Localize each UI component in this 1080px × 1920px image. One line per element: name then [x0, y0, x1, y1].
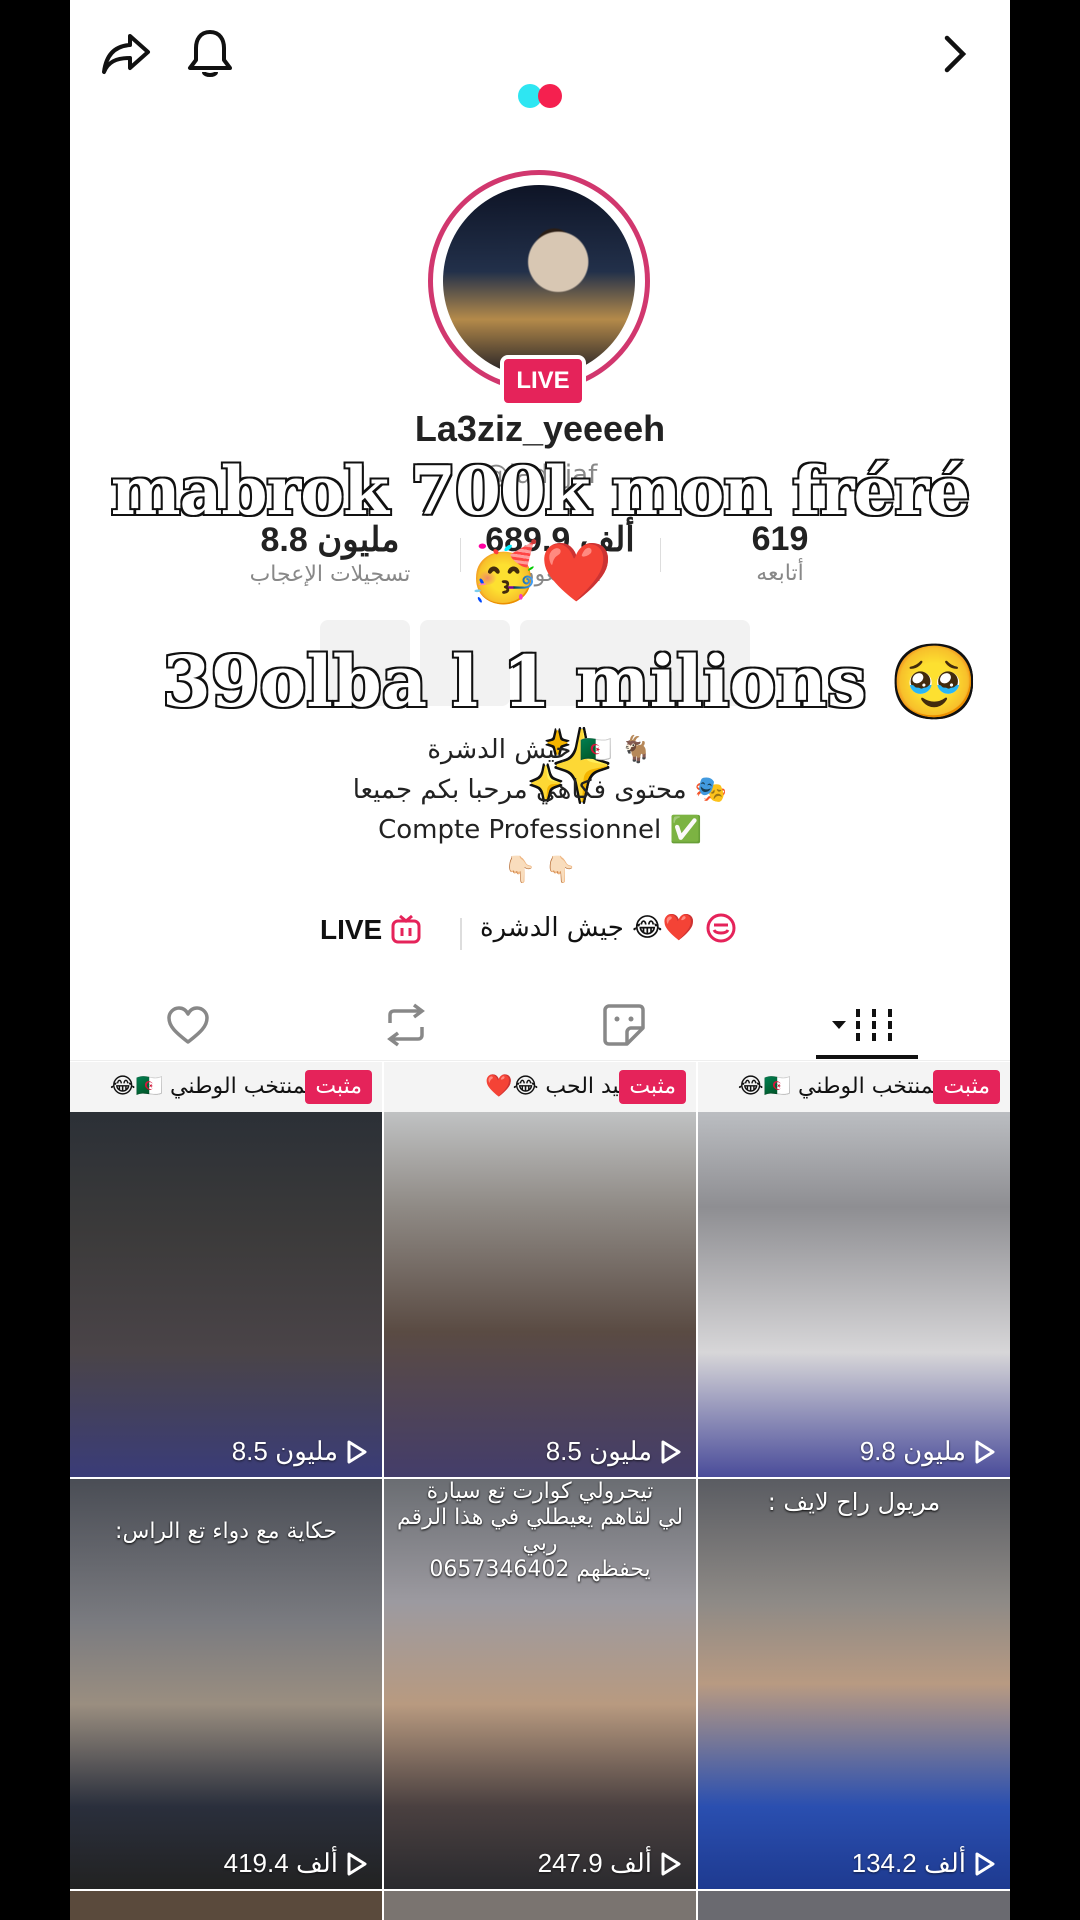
- sticker-icon: [602, 1004, 645, 1046]
- view-count-value: 247.9 ألف: [537, 1848, 652, 1878]
- tab-videos[interactable]: [750, 990, 980, 1060]
- loading-indicator: [518, 84, 562, 108]
- view-count-value: 134.2 ألف: [851, 1848, 966, 1878]
- view-count-value: 8.5 مليون: [545, 1436, 652, 1466]
- tab-liked[interactable]: [70, 990, 305, 1060]
- overlay-emojis: 🥳❤️: [467, 538, 613, 606]
- repost-icon: [386, 1003, 425, 1047]
- live-link-label: LIVE: [320, 914, 383, 945]
- tab-favorites[interactable]: [506, 990, 741, 1060]
- play-icon: [347, 1852, 367, 1875]
- video-thumbnail[interactable]: حكاية مع دواء تع الراس: 419.4 ألف: [70, 1479, 382, 1889]
- username: La3ziz_yeeeeh: [414, 408, 666, 449]
- play-icon: [661, 1440, 681, 1463]
- pinned-badge: مثبت: [933, 1070, 1000, 1104]
- view-count-value: 9.8 مليون: [859, 1436, 966, 1466]
- play-icon: [661, 1852, 681, 1875]
- chat-group-icon: [706, 913, 736, 943]
- profile-links: LIVE جيش الدشرة 😂❤️: [70, 910, 1010, 960]
- video-caption: مريول راح لايف :: [767, 1488, 941, 1516]
- video-thumbnail[interactable]: [70, 1891, 382, 1920]
- tab-reposts[interactable]: [288, 990, 523, 1060]
- live-link[interactable]: LIVE: [320, 914, 422, 946]
- video-thumbnail[interactable]: تيحرولي كوارت تع سيارة لي لقاهم يعيطلي ف…: [384, 1479, 696, 1889]
- bio-line: محتوى فكاهي مرحبا بكم جميعا 🎭: [352, 775, 728, 805]
- video-thumbnail[interactable]: [698, 1891, 1010, 1920]
- share-icon[interactable]: [98, 26, 154, 82]
- divider: [460, 918, 462, 950]
- bell-icon[interactable]: [182, 26, 238, 82]
- video-caption: حكاية مع دواء تع الراس:: [115, 1519, 337, 1544]
- group-link[interactable]: جيش الدشرة 😂❤️: [480, 912, 737, 944]
- live-badge[interactable]: LIVE: [500, 355, 586, 407]
- overlay-text-line1: mabrok 700k mon fréré: [109, 451, 971, 532]
- tv-icon: [391, 914, 421, 944]
- play-icon: [347, 1440, 367, 1463]
- bio: جيش الدشرة 🇩🇿 🐐 محتوى فكاهي مرحبا بكم جم…: [70, 730, 1010, 890]
- video-caption: تيحرولي كوارت تع سيارة لي لقاهم يعيطلي ف…: [396, 1479, 684, 1582]
- view-count-value: 419.4 ألف: [223, 1848, 338, 1878]
- bio-line: جيش الدشرة 🇩🇿 🐐: [427, 735, 653, 765]
- view-count: 9.8 مليون: [860, 1436, 996, 1467]
- video-thumbnail[interactable]: أغنية المنتخب الوطني 🇩🇿😂 مثبت 8.5 مليون: [70, 1062, 382, 1477]
- view-count: 419.4 ألف: [224, 1848, 368, 1879]
- view-count-value: 8.5 مليون: [231, 1436, 338, 1466]
- view-count: 8.5 مليون: [232, 1436, 368, 1467]
- video-thumbnail[interactable]: أغنية المنتخب الوطني 🇩🇿😂 مثبت 9.8 مليون: [698, 1062, 1010, 1477]
- play-icon: [975, 1852, 995, 1875]
- profile-tabs: [70, 990, 1010, 1061]
- group-link-label: جيش الدشرة 😂❤️: [480, 913, 695, 943]
- video-thumbnail[interactable]: مريول راح لايف : 134.2 ألف: [698, 1479, 1010, 1889]
- bio-line: 👇🏻 👇🏻: [503, 855, 577, 885]
- play-icon: [975, 1440, 995, 1463]
- grid-videos-icon: [832, 1009, 892, 1041]
- loader-dot-red: [538, 84, 562, 108]
- pinned-badge: مثبت: [619, 1070, 686, 1104]
- active-tab-indicator: [816, 1055, 918, 1059]
- bio-line: Compte Professionnel ✅: [378, 815, 702, 845]
- view-count: 134.2 ألف: [852, 1848, 996, 1879]
- heart-icon: [166, 1006, 209, 1044]
- chevron-right-icon[interactable]: [926, 26, 982, 82]
- view-count: 247.9 ألف: [538, 1848, 682, 1879]
- video-thumbnail[interactable]: [384, 1891, 696, 1920]
- avatar: [443, 185, 635, 377]
- pinned-badge: مثبت: [305, 1070, 372, 1104]
- view-count: 8.5 مليون: [546, 1436, 682, 1467]
- video-thumbnail[interactable]: أغنية عيد الحب 😂❤️ مثبت 8.5 مليون: [384, 1062, 696, 1477]
- profile-page: LIVE La3ziz_yeeeeh @laddjaf 8.8 مليون تس…: [70, 0, 1010, 1920]
